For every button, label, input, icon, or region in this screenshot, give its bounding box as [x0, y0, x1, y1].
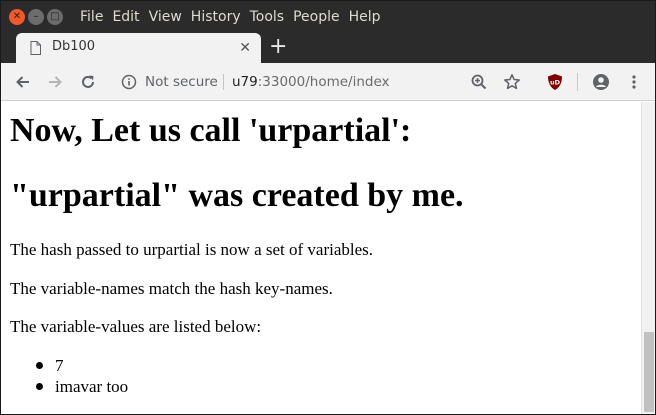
zoom-icon — [471, 74, 487, 90]
toolbar-divider — [577, 73, 578, 91]
profile-button[interactable] — [591, 72, 611, 92]
page-heading-1: Now, Let us call 'urpartial': — [10, 112, 412, 149]
url-text[interactable]: u79:33000/home/index — [232, 74, 390, 90]
page-heading-2: "urpartial" was created by me. — [10, 177, 464, 214]
tab-db100[interactable]: Db100 ✕ — [16, 33, 261, 63]
vertical-scrollbar[interactable] — [641, 102, 655, 414]
arrow-left-icon — [16, 76, 29, 88]
menu-people[interactable]: People — [293, 9, 340, 25]
list-item: imavar too — [55, 377, 129, 396]
list-bullet — [36, 383, 43, 390]
menu-file[interactable]: File — [80, 9, 103, 25]
new-tab-button[interactable]: + — [269, 36, 287, 58]
account-icon — [593, 74, 609, 90]
bookmark-button[interactable] — [502, 72, 522, 92]
tab-strip: Db100 ✕ + — [1, 33, 655, 63]
arrow-right-icon — [49, 76, 62, 88]
window-close-button[interactable]: ✕ — [9, 9, 25, 25]
paragraph-hash: The hash passed to urpartial is now a se… — [10, 240, 374, 259]
svg-text:uD: uD — [550, 79, 561, 87]
back-button[interactable] — [13, 72, 33, 92]
star-icon — [504, 74, 520, 90]
window-maximize-button[interactable]: □ — [47, 9, 63, 25]
window-minimize-button[interactable]: – — [28, 9, 44, 25]
address-bar[interactable]: Not secure u79:33000/home/index — [111, 68, 567, 96]
menu-help[interactable]: Help — [349, 9, 381, 25]
address-separator — [223, 74, 224, 90]
forward-button[interactable] — [45, 72, 65, 92]
list-bullet — [36, 362, 43, 369]
title-bar: ✕ – □ File Edit View History Tools Peopl… — [1, 1, 655, 33]
page-content: Now, Let us call 'urpartial': "urpartial… — [1, 102, 641, 414]
reload-button[interactable] — [78, 72, 98, 92]
browser-toolbar: Not secure u79:33000/home/index uD — [1, 63, 655, 101]
menu-history[interactable]: History — [191, 9, 241, 25]
info-icon[interactable] — [121, 74, 137, 90]
browser-menu-button[interactable] — [624, 72, 644, 92]
browser-window: ✕ – □ File Edit View History Tools Peopl… — [0, 0, 656, 415]
ublock-extension-button[interactable]: uD — [545, 72, 565, 92]
menu-view[interactable]: View — [149, 9, 182, 25]
scrollbar-thumb[interactable] — [644, 332, 654, 412]
url-path: :33000/home/index — [257, 74, 390, 90]
menu-bar: File Edit View History Tools People Help — [80, 1, 390, 33]
reload-icon — [82, 75, 94, 88]
more-vertical-icon — [632, 75, 636, 89]
zoom-button[interactable] — [469, 72, 489, 92]
security-indicator[interactable]: Not secure — [145, 74, 218, 90]
menu-edit[interactable]: Edit — [112, 9, 139, 25]
document-icon — [30, 41, 41, 55]
paragraph-names: The variable-names match the hash key-na… — [10, 279, 333, 298]
ublock-icon: uD — [548, 74, 562, 90]
tab-title: Db100 — [52, 39, 96, 54]
url-host: u79 — [232, 74, 258, 90]
list-item: 7 — [55, 356, 64, 375]
paragraph-values: The variable-values are listed below: — [10, 317, 262, 336]
tab-close-button[interactable]: ✕ — [239, 40, 251, 56]
menu-tools[interactable]: Tools — [250, 9, 285, 25]
